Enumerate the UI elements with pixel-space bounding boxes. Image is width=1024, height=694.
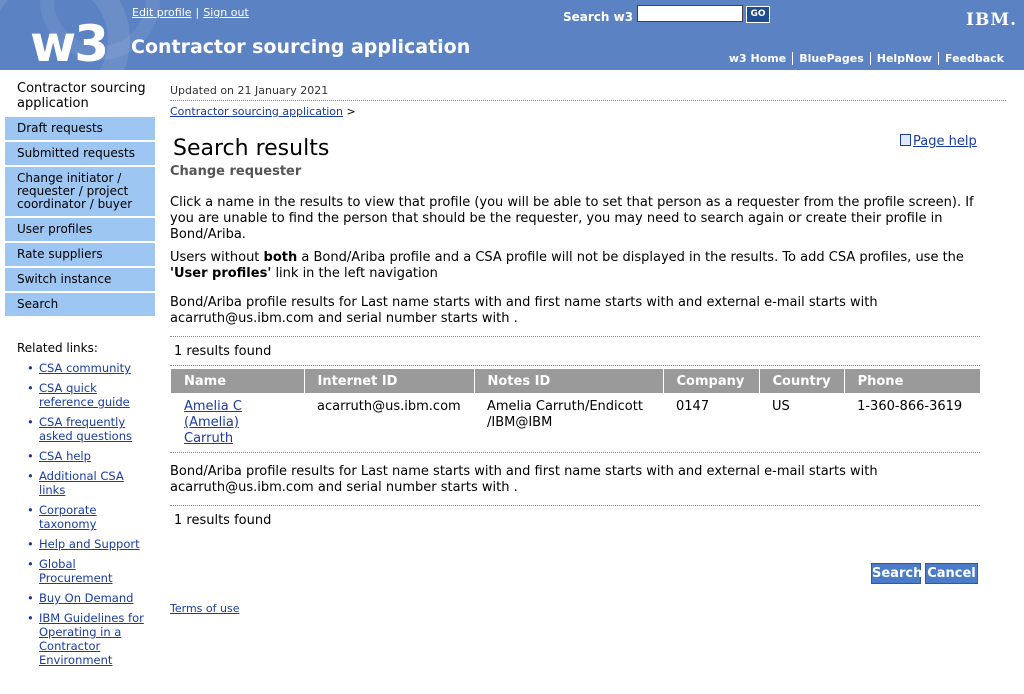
related-link[interactable]: CSA frequently asked questions: [39, 415, 132, 443]
breadcrumb: Contractor sourcing application >: [170, 105, 1006, 118]
notice-part: a Bond/Ariba profile and a CSA profile w…: [297, 250, 964, 265]
related-links-list: CSA community CSA quick reference guide …: [17, 361, 152, 667]
results-criteria-text: Bond/Ariba profile results for Last name…: [170, 295, 878, 326]
table-header-row: Name Internet ID Notes ID Company Countr…: [171, 369, 980, 393]
nav-heading[interactable]: Contractor sourcing application: [5, 70, 155, 117]
page-help-link[interactable]: Page help: [913, 134, 977, 149]
column-header-notes-id: Notes ID: [474, 369, 664, 393]
nav-helpnow[interactable]: HelpNow: [869, 52, 938, 65]
related-link[interactable]: Buy On Demand: [39, 591, 133, 605]
app-title: Contractor sourcing application: [131, 36, 471, 58]
nav-feedback[interactable]: Feedback: [938, 52, 1010, 65]
results-criteria-text: Bond/Ariba profile results for Last name…: [170, 464, 878, 495]
main-content: Updated on 21 January 2021 Contractor so…: [170, 84, 1006, 615]
column-header-name: Name: [171, 369, 305, 393]
list-item: Help and Support: [17, 537, 152, 551]
page-title: Search results: [173, 136, 330, 161]
top-nav: w3 Home BluePages HelpNow Feedback: [723, 52, 1010, 65]
page-help: Page help: [900, 134, 977, 149]
results-table: Name Internet ID Notes ID Company Countr…: [171, 369, 980, 453]
divider: [170, 100, 1006, 101]
notice-text: Users without both a Bond/Ariba profile …: [170, 250, 980, 282]
related-link[interactable]: IBM Guidelines for Operating in a Contra…: [39, 611, 144, 667]
instructions-text: Click a name in the results to view that…: [170, 195, 974, 242]
list-item: CSA help: [17, 449, 152, 463]
cancel-button[interactable]: Cancel: [925, 563, 978, 584]
cell-phone: 1-360-866-3619: [857, 399, 963, 414]
sidebar-item-rate-suppliers[interactable]: Rate suppliers: [5, 243, 155, 268]
nav-bluepages[interactable]: BluePages: [792, 52, 870, 65]
list-item: Additional CSA links: [17, 469, 152, 497]
sidebar-item-submitted-requests[interactable]: Submitted requests: [5, 142, 155, 167]
notice-part: link in the left navigation: [271, 266, 438, 281]
breadcrumb-link[interactable]: Contractor sourcing application: [170, 105, 343, 118]
list-item: IBM Guidelines for Operating in a Contra…: [17, 611, 152, 667]
divider: [170, 365, 980, 366]
sidebar-item-search[interactable]: Search: [5, 293, 155, 318]
divider: [170, 505, 980, 506]
profile-name-link[interactable]: Amelia C (Amelia) Carruth: [184, 399, 242, 446]
utility-links: Edit profile | Sign out: [132, 6, 249, 19]
left-nav: Contractor sourcing application Draft re…: [5, 70, 155, 318]
separator: |: [195, 6, 200, 19]
related-links: Related links: CSA community CSA quick r…: [17, 341, 152, 673]
w3-logo[interactable]: w3: [30, 16, 109, 70]
go-button[interactable]: GO: [746, 6, 770, 23]
masthead: w3 Contractor sourcing application Edit …: [0, 0, 1024, 70]
page-subtitle: Change requester: [170, 164, 302, 179]
related-link[interactable]: Help and Support: [39, 537, 140, 551]
related-link[interactable]: Corporate taxonomy: [39, 503, 97, 531]
column-header-phone: Phone: [844, 369, 980, 393]
edit-profile-link[interactable]: Edit profile: [132, 6, 192, 19]
list-item: CSA community: [17, 361, 152, 375]
search-button[interactable]: Search: [871, 563, 922, 584]
help-page-icon: [900, 134, 911, 146]
breadcrumb-separator: >: [346, 105, 356, 118]
nav-w3-home[interactable]: w3 Home: [723, 52, 792, 65]
terms-of-use-link[interactable]: Terms of use: [170, 602, 239, 615]
list-item: Buy On Demand: [17, 591, 152, 605]
updated-date: Updated on 21 January 2021: [170, 84, 329, 97]
cell-internet-id: acarruth@us.ibm.com: [317, 399, 461, 414]
sign-out-link[interactable]: Sign out: [203, 6, 249, 19]
results-count: 1 results found: [174, 513, 272, 528]
notice-emphasis: both: [263, 250, 298, 265]
related-link[interactable]: CSA help: [39, 449, 91, 463]
column-header-company: Company: [663, 369, 760, 393]
cell-name: Amelia C (Amelia) Carruth: [171, 393, 304, 453]
column-header-country: Country: [759, 369, 845, 393]
list-item: CSA frequently asked questions: [17, 415, 152, 443]
divider: [170, 452, 980, 453]
list-item: Global Procurement: [17, 557, 152, 585]
search-w3-input[interactable]: [637, 5, 743, 22]
list-item: Corporate taxonomy: [17, 503, 152, 531]
search-w3-label: Search w3: [563, 10, 634, 24]
notice-part: Users without: [170, 250, 264, 265]
terms-of-use: Terms of use: [170, 602, 239, 615]
ibm-logo[interactable]: IBM.: [966, 10, 1017, 30]
list-item: CSA quick reference guide: [17, 381, 152, 409]
divider: [170, 336, 980, 337]
related-link[interactable]: Global Procurement: [39, 557, 112, 585]
sidebar-item-user-profiles[interactable]: User profiles: [5, 218, 155, 243]
cell-notes-id: Amelia Carruth/Endicott /IBM@IBM: [487, 399, 643, 430]
table-row: Amelia C (Amelia) Carruth acarruth@us.ib…: [171, 393, 980, 453]
related-link[interactable]: CSA quick reference guide: [39, 381, 130, 409]
sidebar-item-change-initiator[interactable]: Change initiator / requester / project c…: [5, 167, 155, 218]
notice-emphasis: 'User profiles': [170, 266, 272, 281]
sidebar-item-draft-requests[interactable]: Draft requests: [5, 117, 155, 142]
column-header-internet-id: Internet ID: [304, 369, 475, 393]
cell-company: 0147: [676, 399, 710, 414]
related-link[interactable]: CSA community: [39, 361, 131, 375]
sidebar-item-switch-instance[interactable]: Switch instance: [5, 268, 155, 293]
cell-country: US: [772, 399, 790, 414]
results-count: 1 results found: [174, 344, 272, 359]
related-links-label: Related links:: [17, 341, 98, 355]
related-link[interactable]: Additional CSA links: [39, 469, 124, 497]
